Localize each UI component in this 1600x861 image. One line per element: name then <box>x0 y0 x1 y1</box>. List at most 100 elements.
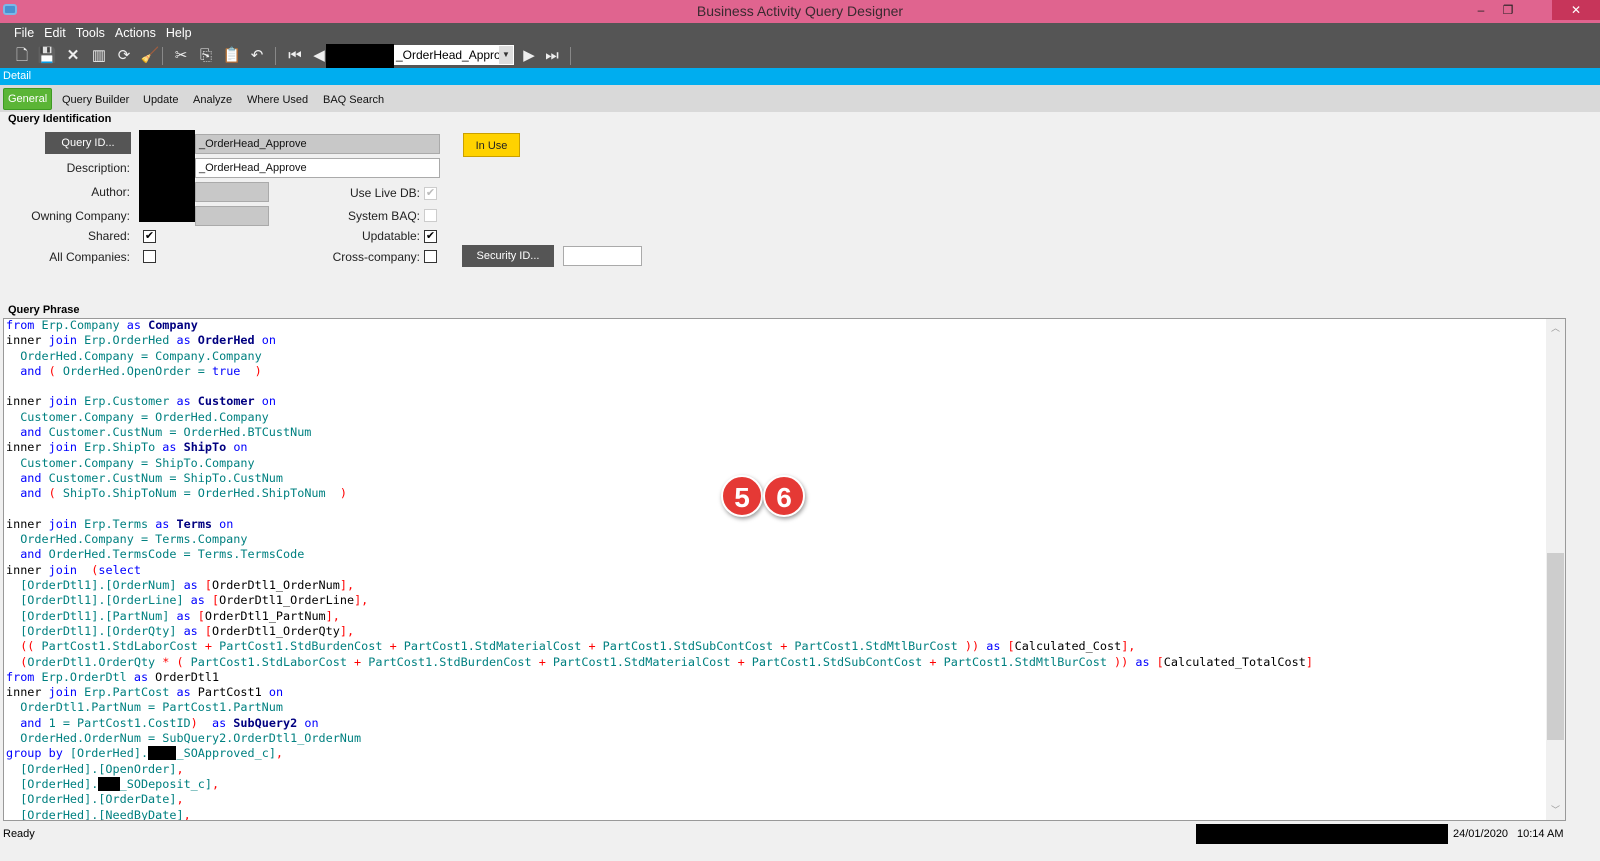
tab-analyze[interactable]: Analyze <box>193 91 232 109</box>
author-label: Author: <box>91 185 130 199</box>
code-line: OrderHed.Company = Company.Company <box>6 349 1313 364</box>
code-token: as <box>190 593 205 608</box>
in-use-button[interactable]: In Use <box>463 133 520 157</box>
code-token: )) <box>964 639 980 654</box>
code-token: OrderDtl1_OrderNum <box>212 578 340 593</box>
code-line: [OrderHed].[OrderDate], <box>6 792 1313 807</box>
shared-checkbox[interactable]: ✔ <box>143 230 156 243</box>
security-id-input[interactable] <box>563 246 642 266</box>
menu-actions[interactable]: Actions <box>110 23 161 44</box>
copy-icon[interactable]: ⎘ <box>196 46 216 66</box>
next-record-icon[interactable]: ▶ <box>519 46 539 66</box>
use-live-db-checkbox: ✔ <box>424 187 437 200</box>
menu-tools[interactable]: Tools <box>71 23 110 44</box>
code-token: PartCost1.StdMaterialCost <box>396 639 589 654</box>
code-token: [ <box>1149 654 1164 669</box>
first-record-icon[interactable]: ⏮ <box>285 46 305 66</box>
code-token: + <box>389 639 397 654</box>
code-token: , <box>212 776 220 791</box>
tab-strip: General Query Builder Update Analyze Whe… <box>0 85 1600 112</box>
scroll-down-icon[interactable]: ﹀ <box>1551 803 1560 816</box>
record-combo[interactable]: _OrderHead_Appro <box>394 45 514 65</box>
code-token: [OrderHed].[NeedByDate] <box>6 807 184 821</box>
tab-general[interactable]: General <box>3 88 53 110</box>
code-line: and 1 = PartCost1.CostID) as SubQuery2 o… <box>6 716 1313 731</box>
print-icon[interactable]: ▥ <box>89 46 109 66</box>
menu-file[interactable]: File <box>9 23 39 44</box>
code-token: OrderHed.OpenOrder = <box>55 363 212 378</box>
code-token: Company <box>140 318 198 332</box>
undo-icon[interactable]: ↶ <box>247 46 267 66</box>
status-text: Ready <box>3 828 35 840</box>
code-token: , <box>176 792 184 807</box>
code-token: + <box>588 639 596 654</box>
code-token: as <box>176 394 191 409</box>
code-token: OrderDtl1_OrderQty <box>212 623 340 638</box>
chevron-down-icon[interactable]: ▼ <box>499 46 513 64</box>
tab-baq-search[interactable]: BAQ Search <box>323 91 384 109</box>
updatable-label: Updatable: <box>361 229 420 243</box>
menu-help[interactable]: Help <box>161 23 197 44</box>
refresh-icon[interactable]: ⟳ <box>114 46 134 66</box>
delete-icon[interactable]: ✕ <box>63 46 83 66</box>
code-token: PartCost1.StdSubContCost <box>595 639 781 654</box>
code-token: Erp.PartCost <box>77 685 177 700</box>
tab-where-used[interactable]: Where Used <box>247 91 308 109</box>
code-token: and <box>6 715 42 730</box>
paste-icon[interactable]: 📋 <box>222 46 242 66</box>
code-token: [ <box>1000 639 1015 654</box>
code-line: and Customer.CustNum = OrderHed.BTCustNu… <box>6 425 1313 440</box>
code-token: Erp.Customer <box>77 394 177 409</box>
tab-query-builder[interactable]: Query Builder <box>62 91 129 109</box>
scroll-up-icon[interactable]: ︿ <box>1551 321 1560 334</box>
code-token: [ <box>204 593 220 608</box>
code-token: ], <box>339 578 355 593</box>
last-record-icon[interactable]: ⏭ <box>542 46 562 66</box>
redaction <box>139 130 195 222</box>
owning-company-field <box>195 206 269 226</box>
minimize-button[interactable]: – <box>1466 0 1496 20</box>
code-token: + <box>737 654 745 669</box>
code-token: [ <box>197 578 212 593</box>
tab-update[interactable]: Update <box>143 91 178 109</box>
code-token: as <box>176 333 191 348</box>
code-token: and <box>6 547 42 562</box>
redaction: xxx <box>98 776 120 791</box>
code-token: join <box>48 394 78 409</box>
code-line: inner join Erp.ShipTo as ShipTo on <box>6 440 1313 455</box>
query-id-button[interactable]: Query ID... <box>45 132 131 154</box>
query-phrase-editor[interactable]: from Erp.Company as Company inner join Er… <box>3 318 1566 821</box>
code-token: Erp.Terms <box>77 516 156 531</box>
security-id-button[interactable]: Security ID... <box>462 245 554 267</box>
code-line: Customer.Company = OrderHed.Company <box>6 410 1313 425</box>
code-token: inner <box>6 685 49 700</box>
code-token: OrderHed.Company = Terms.Company <box>6 532 248 547</box>
clear-icon[interactable]: 🧹 <box>140 46 160 66</box>
menu-edit[interactable]: Edit <box>39 23 71 44</box>
new-icon[interactable]: 🗋 <box>12 46 32 66</box>
code-token: , <box>183 807 191 821</box>
code-token: PartCost1.StdSubContCost <box>744 654 930 669</box>
code-token: inner <box>6 440 49 455</box>
cross-company-checkbox[interactable] <box>424 250 437 263</box>
code-token: on <box>226 440 248 455</box>
save-icon[interactable]: 💾 <box>37 46 57 66</box>
cut-icon[interactable]: ✂ <box>171 46 191 66</box>
code-token: ( <box>77 562 99 577</box>
all-companies-checkbox[interactable] <box>143 250 156 263</box>
description-input[interactable]: _OrderHead_Approve <box>195 158 440 178</box>
code-token: join <box>48 516 78 531</box>
code-line: group by [OrderHed].xxxx_SOApproved_c], <box>6 746 1313 761</box>
close-button[interactable]: ✕ <box>1552 0 1600 20</box>
code-line: [OrderDtl1].[OrderNum] as [OrderDtl1_Ord… <box>6 578 1313 593</box>
code-token: ) <box>339 486 347 501</box>
code-token: PartCost1 <box>190 685 262 700</box>
updatable-checkbox[interactable]: ✔ <box>424 230 437 243</box>
code-token: as <box>197 715 227 730</box>
status-time: 10:14 AM <box>1517 828 1564 840</box>
restore-button[interactable]: ❐ <box>1493 0 1523 20</box>
code-line: and OrderHed.TermsCode = Terms.TermsCode <box>6 547 1313 562</box>
scrollbar-thumb[interactable] <box>1547 553 1564 740</box>
code-line: [OrderHed].[NeedByDate], <box>6 807 1313 821</box>
